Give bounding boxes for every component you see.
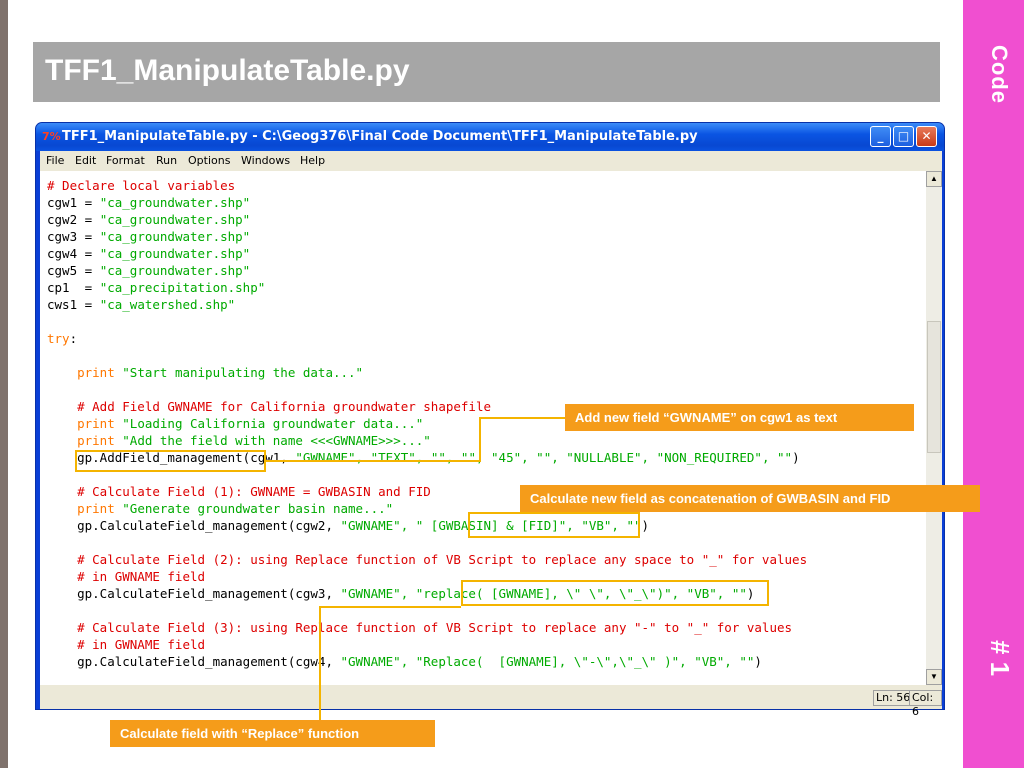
callout-leader [319,606,461,608]
callout-leader [266,460,480,462]
code-line: # Calculate Field (3): using Replace fun… [47,619,792,636]
code-string: "ca_groundwater.shp" [99,229,251,244]
python-idle-icon: 7% [42,130,61,143]
menu-help[interactable]: Help [300,154,325,167]
status-bar: Ln: 56 Col: 6 [40,685,942,718]
menu-edit[interactable]: Edit [75,154,96,167]
code-line: cgw3 = "ca_groundwater.shp" [47,228,250,245]
code-comment: # Calculate Field (1): GWNAME = GWBASIN … [47,484,431,499]
code-string: "GWNAME", "TEXT", "", "", "45", "", "NUL… [295,450,793,465]
menu-file[interactable]: File [46,154,64,167]
code-line: print "Start manipulating the data..." [47,364,363,381]
code-line: # in GWNAME field [47,636,205,653]
callout-leader [479,417,481,462]
highlight-replace-expression [461,580,769,606]
code-line: # Add Field GWNAME for California ground… [47,398,491,415]
code-string: "ca_precipitation.shp" [99,280,266,295]
code-line: cgw4 = "ca_groundwater.shp" [47,245,250,262]
code-string: "ca_watershed.shp" [99,297,236,312]
callout-leader [479,417,565,419]
code-text: ) [754,654,762,669]
code-string: "GWNAME", "Replace( [GWNAME], \"-\",\"_\… [340,654,755,669]
code-keyword: try [47,331,70,346]
code-line: print "Add the field with name <<<GWNAME… [47,432,431,449]
side-label: Code [987,45,1012,104]
code-keyword: print [47,433,123,448]
left-decor-strip [0,0,8,768]
code-line: cgw1 = "ca_groundwater.shp" [47,194,250,211]
code-line: cws1 = "ca_watershed.shp" [47,296,235,313]
code-text: ) [641,518,650,533]
code-string: "Loading California groundwater data..." [122,416,424,431]
maximize-button[interactable]: □ [893,126,914,147]
code-comment: # in GWNAME field [47,569,206,584]
window-title: TFF1_ManipulateTable.py - C:\Geog376\Fin… [62,129,698,144]
code-keyword: print [47,416,123,431]
code-string: "Start manipulating the data..." [122,365,364,380]
menu-format[interactable]: Format [106,154,145,167]
code-text: cp1 = [47,280,100,295]
slide-title: TFF1_ManipulateTable.py [45,54,410,87]
code-keyword: print [47,365,123,380]
code-text: cgw1 = [47,195,100,210]
highlight-concat-expression [468,512,640,538]
highlight-addfield [75,450,266,472]
code-line: # Declare local variables [47,177,235,194]
code-text: gp.CalculateField_management(cgw4, [47,654,341,669]
code-text: gp.CalculateField_management(cgw3, [47,586,341,601]
status-col: Col: 6 [909,690,942,718]
code-line: # Calculate Field (2): using Replace fun… [47,551,807,568]
code-line: cp1 = "ca_precipitation.shp" [47,279,265,296]
scroll-down-icon[interactable]: ▼ [926,669,942,685]
code-comment: # Declare local variables [47,178,236,193]
code-text: gp.CalculateField_management(cgw2, [47,518,341,533]
code-string: "Add the field with name <<<GWNAME>>>...… [122,433,431,448]
menu-options[interactable]: Options [188,154,230,167]
code-comment: # Add Field GWNAME for California ground… [47,399,492,414]
code-line: cgw5 = "ca_groundwater.shp" [47,262,250,279]
code-line: # Calculate Field (1): GWNAME = GWBASIN … [47,483,431,500]
status-line: Ln: 56 [873,690,914,706]
code-comment: # Calculate Field (2): using Replace fun… [47,552,808,567]
code-text: : [69,331,78,346]
code-line: # in GWNAME field [47,568,205,585]
menu-run[interactable]: Run [156,154,177,167]
scrollbar-thumb[interactable] [927,321,941,453]
menu-bar: File Edit Format Run Options Windows Hel… [40,151,942,171]
callout-concatenation: Calculate new field as concatenation of … [520,485,980,512]
code-text: cgw5 = [47,263,100,278]
slide-number: # 1 [985,640,1015,677]
code-string: "ca_groundwater.shp" [99,263,251,278]
menu-windows[interactable]: Windows [241,154,290,167]
code-text: cgw3 = [47,229,100,244]
code-string: "Generate groundwater basin name..." [122,501,394,516]
code-text: cgw4 = [47,246,100,261]
window-titlebar[interactable]: 7% TFF1_ManipulateTable.py - C:\Geog376\… [36,123,944,151]
code-comment: # Calculate Field (3): using Replace fun… [47,620,793,635]
code-line: print "Loading California groundwater da… [47,415,423,432]
code-keyword: print [47,501,123,516]
code-text: cws1 = [47,297,100,312]
code-string: "ca_groundwater.shp" [99,246,251,261]
scroll-up-icon[interactable]: ▲ [926,171,942,187]
code-string: "ca_groundwater.shp" [99,195,251,210]
minimize-button[interactable]: _ [870,126,891,147]
close-button[interactable]: ✕ [916,126,937,147]
code-string: "ca_groundwater.shp" [99,212,251,227]
code-line: print "Generate groundwater basin name..… [47,500,393,517]
vertical-scrollbar[interactable]: ▲ ▼ [926,171,942,685]
callout-add-field: Add new field “GWNAME” on cgw1 as text [565,404,914,431]
code-line: gp.CalculateField_management(cgw4, "GWNA… [47,653,762,670]
code-text: ) [792,450,800,465]
slide-title-bar: TFF1_ManipulateTable.py [33,42,940,102]
code-line: cgw2 = "ca_groundwater.shp" [47,211,250,228]
code-comment: # in GWNAME field [47,637,206,652]
callout-leader [319,606,321,722]
code-line: try: [47,330,77,347]
code-text: cgw2 = [47,212,100,227]
callout-replace-function: Calculate field with “Replace” function [110,720,435,747]
